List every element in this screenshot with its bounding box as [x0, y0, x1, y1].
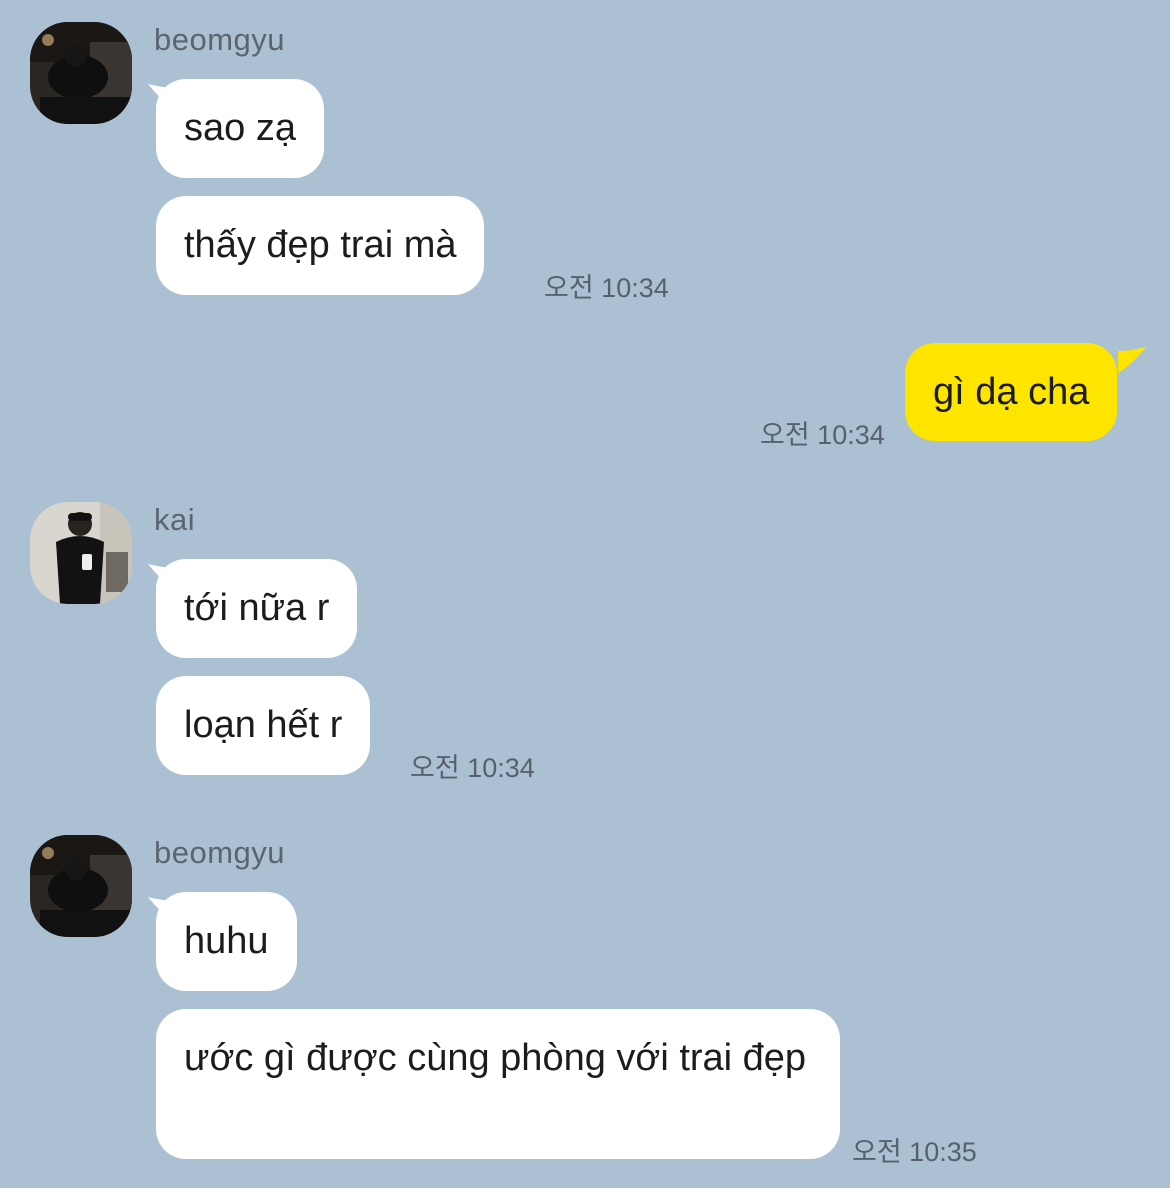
- bubble-tail: [1118, 347, 1146, 373]
- message-bubble[interactable]: thấy đẹp trai mà: [156, 196, 485, 295]
- message-bubble[interactable]: ước gì được cùng phòng với trai đẹp: [156, 1009, 840, 1159]
- sender-name: kai: [154, 502, 196, 537]
- message-timestamp: 오전 10:34: [410, 753, 535, 783]
- beomgyu-avatar[interactable]: [30, 22, 132, 124]
- chat-room: beomgyu sao zạ thấy đẹp trai mà 오전 10:34…: [0, 0, 1170, 1188]
- message-timestamp: 오전 10:34: [544, 273, 669, 303]
- message-bubble[interactable]: loạn hết r: [156, 676, 371, 775]
- sender-name: beomgyu: [154, 835, 286, 870]
- beomgyu-photo-icon: [30, 835, 132, 937]
- message-bubble[interactable]: tới nữa r: [156, 559, 358, 658]
- message-bubble[interactable]: sao zạ: [156, 79, 324, 178]
- sender-name: beomgyu: [154, 22, 286, 57]
- beomgyu-photo-icon: [30, 22, 132, 124]
- message-bubble[interactable]: huhu: [156, 892, 297, 991]
- message-timestamp: 오전 10:35: [852, 1137, 977, 1167]
- kai-photo-icon: [30, 502, 132, 604]
- outgoing-message-bubble[interactable]: gì dạ cha: [905, 343, 1118, 441]
- beomgyu-avatar[interactable]: [30, 835, 132, 937]
- message-timestamp: 오전 10:34: [760, 420, 885, 450]
- kai-avatar[interactable]: [30, 502, 132, 604]
